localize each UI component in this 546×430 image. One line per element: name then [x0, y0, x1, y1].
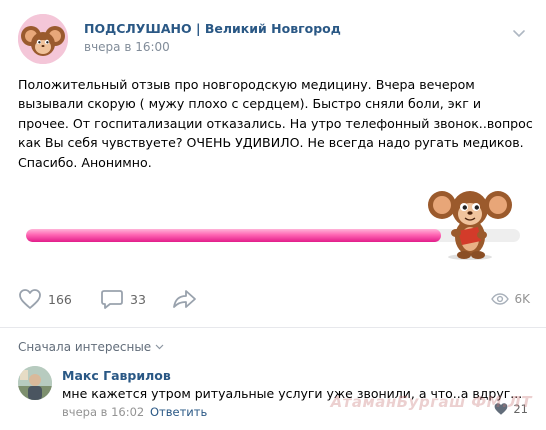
- post-media-progress: [18, 175, 528, 265]
- group-name-link[interactable]: ПОДСЛУШАНО | Великий Новгород: [84, 21, 341, 36]
- group-avatar[interactable]: [18, 14, 68, 64]
- progress-fill: [26, 229, 441, 242]
- sort-label: Сначала интересные: [18, 340, 152, 354]
- views-counter: 6K: [491, 284, 530, 314]
- post-header: ПОДСЛУШАНО | Великий Новгород вчера в 16…: [18, 14, 528, 64]
- comment-button[interactable]: 33: [100, 284, 146, 314]
- reply-button[interactable]: Ответить: [150, 405, 207, 419]
- divider: [0, 327, 546, 328]
- heart-icon: [19, 289, 41, 309]
- post-card: ПОДСЛУШАНО | Великий Новгород вчера в 16…: [0, 0, 546, 430]
- commenter-avatar[interactable]: [18, 366, 52, 400]
- chevron-down-icon: [155, 344, 164, 350]
- like-count: 166: [48, 291, 72, 307]
- cheburashka-image: [428, 175, 512, 261]
- eye-icon: [491, 293, 510, 305]
- comments-sort-dropdown[interactable]: Сначала интересные: [18, 340, 164, 354]
- chevron-down-icon[interactable]: [512, 24, 526, 38]
- like-button[interactable]: 166: [18, 284, 72, 314]
- watermark-text: АтаманБургаш ФМ.ЛТ: [330, 393, 532, 411]
- comment-timestamp[interactable]: вчера в 16:02: [62, 405, 144, 419]
- comment-author-link[interactable]: Макс Гаврилов: [62, 368, 171, 383]
- views-count: 6K: [514, 292, 530, 306]
- comment-count: 33: [130, 291, 146, 307]
- post-actions-bar: 166 33 6K: [18, 284, 530, 314]
- post-timestamp[interactable]: вчера в 16:00: [84, 40, 170, 54]
- share-button[interactable]: [172, 284, 198, 314]
- post-body-text: Положительный отзыв про новгородскую мед…: [18, 77, 533, 170]
- comment-icon: [101, 290, 123, 309]
- share-icon: [173, 290, 196, 308]
